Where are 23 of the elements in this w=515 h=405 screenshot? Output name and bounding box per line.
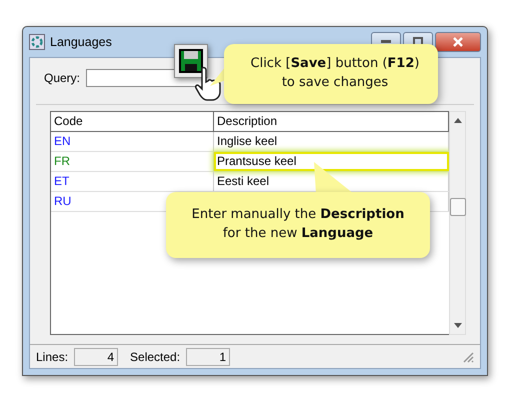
scrollbar[interactable]	[449, 111, 466, 335]
callout-text: Click [Save] button (F12) to save changes	[250, 55, 420, 92]
app-icon	[29, 34, 45, 50]
scroll-thumb[interactable]	[450, 198, 466, 216]
code-cell: ET	[51, 172, 214, 191]
close-button[interactable]	[435, 32, 481, 52]
description-edit-field[interactable]: Prantsuse keel	[214, 152, 449, 171]
window-title: Languages	[50, 35, 112, 49]
status-label: Lines:	[36, 350, 68, 364]
status-value: 1	[186, 348, 230, 366]
minimize-icon	[381, 40, 391, 44]
query-label: Query:	[44, 71, 80, 85]
scroll-up-icon[interactable]	[454, 118, 462, 123]
hand-cursor-icon	[194, 66, 224, 102]
resize-grip-icon[interactable]	[462, 350, 474, 362]
save-button[interactable]	[174, 44, 208, 78]
code-cell: EN	[51, 132, 214, 151]
status-value: 4	[74, 348, 118, 366]
scroll-down-icon[interactable]	[454, 323, 462, 328]
close-icon	[453, 37, 463, 47]
column-header[interactable]: Code	[51, 112, 214, 131]
status-label: Selected:	[130, 350, 180, 364]
code-cell: FR	[51, 152, 214, 171]
